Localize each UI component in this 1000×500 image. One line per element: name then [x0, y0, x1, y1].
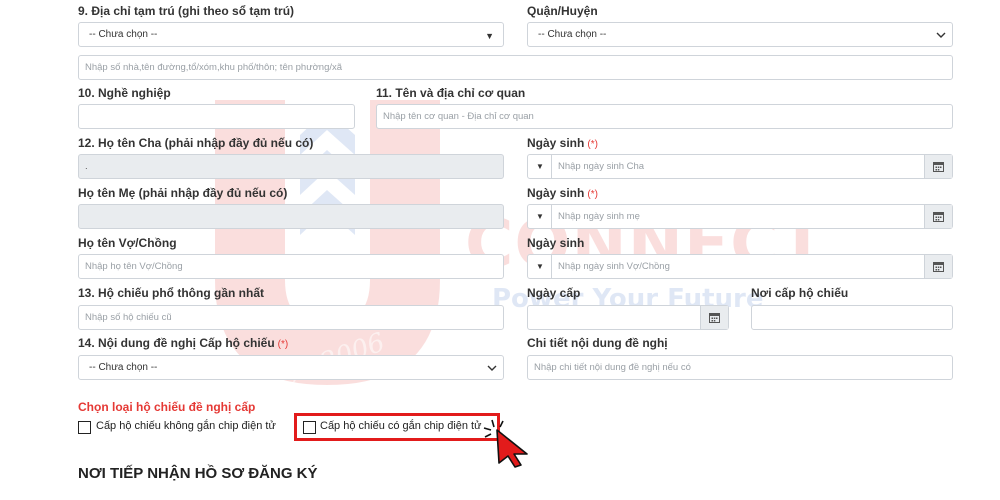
caret-down-icon: ▼	[536, 262, 544, 271]
spouse-name-input[interactable]: Nhập họ tên Vợ/Chồng	[78, 254, 504, 279]
passport-type-title: Chọn loại hộ chiếu đề nghị cấp	[78, 400, 256, 414]
request-detail-placeholder: Nhập chi tiết nội dung đề nghị nếu có	[534, 362, 691, 373]
spouse-name-label: Họ tên Vợ/Chồng	[78, 236, 177, 250]
mother-name-label: Họ tên Mẹ (phải nhập đầy đủ nếu có)	[78, 186, 288, 200]
address-input[interactable]: Nhập số nhà,tên đường,tổ/xóm,khu phố/thô…	[78, 55, 953, 80]
q11-label: 11. Tên và địa chỉ cơ quan	[376, 86, 526, 100]
chevron-down-icon	[936, 32, 946, 38]
calendar-button[interactable]	[924, 205, 952, 228]
chip-checkbox[interactable]	[303, 421, 316, 434]
issue-place-label: Nơi cấp hộ chiếu	[751, 286, 849, 300]
request-detail-label: Chi tiết nội dung đề nghị	[527, 336, 668, 350]
request-content-value: -- Chưa chọn --	[89, 362, 158, 373]
spouse-name-placeholder: Nhập họ tên Vợ/Chồng	[85, 261, 183, 272]
old-passport-input[interactable]: Nhập số hộ chiếu cũ	[78, 305, 504, 330]
mother-dob-label: Ngày sinh (*)	[527, 186, 598, 200]
request-content-select[interactable]: -- Chưa chọn --	[78, 355, 504, 380]
section-title: NƠI TIẾP NHẬN HỒ SƠ ĐĂNG KÝ	[78, 465, 318, 482]
father-dob-placeholder: Nhập ngày sinh Cha	[558, 161, 645, 172]
no-chip-label[interactable]: Cấp hộ chiếu không gắn chip điện tử	[96, 420, 276, 432]
required-marker: (*)	[277, 339, 289, 350]
workplace-placeholder: Nhập tên cơ quan - Địa chỉ cơ quan	[383, 111, 534, 122]
calendar-icon	[933, 262, 944, 272]
issue-date-input[interactable]	[527, 305, 729, 330]
spouse-dob-input[interactable]: ▼ Nhập ngày sinh Vợ/Chồng	[527, 254, 953, 279]
cursor-click-icon	[483, 419, 528, 468]
mother-dob-input[interactable]: ▼ Nhập ngày sinh mẹ	[527, 204, 953, 229]
address-placeholder: Nhập số nhà,tên đường,tổ/xóm,khu phố/thô…	[85, 62, 343, 73]
chip-label[interactable]: Cấp hộ chiếu có gắn chip điện tử	[320, 420, 481, 432]
q14-label: 14. Nội dung đề nghị Cấp hộ chiếu (*)	[78, 336, 289, 350]
father-dob-input[interactable]: ▼ Nhập ngày sinh Cha	[527, 154, 953, 179]
issue-date-label: Ngày cấp	[527, 286, 581, 300]
occupation-input[interactable]	[78, 104, 355, 129]
father-dob-label: Ngày sinh (*)	[527, 136, 598, 150]
calendar-button[interactable]	[924, 155, 952, 178]
no-chip-checkbox[interactable]	[78, 421, 91, 434]
province-select[interactable]: -- Chưa chọn -- ▼	[78, 22, 504, 47]
calendar-icon	[933, 212, 944, 222]
q10-label: 10. Nghề nghiệp	[78, 86, 171, 100]
date-dropdown-toggle[interactable]: ▼	[528, 255, 552, 278]
province-select-value: -- Chưa chọn --	[89, 29, 158, 40]
spouse-dob-placeholder: Nhập ngày sinh Vợ/Chồng	[558, 261, 670, 272]
date-dropdown-toggle[interactable]: ▼	[528, 155, 552, 178]
caret-down-icon: ▼	[485, 31, 494, 41]
father-name-label: 12. Họ tên Cha (phải nhập đầy đủ nếu có)	[78, 136, 314, 150]
district-select-value: -- Chưa chọn --	[538, 29, 607, 40]
date-dropdown-toggle[interactable]: ▼	[528, 205, 552, 228]
q13-label: 13. Hộ chiếu phổ thông gần nhất	[78, 286, 264, 300]
old-passport-placeholder: Nhập số hộ chiếu cũ	[85, 312, 172, 323]
issue-place-input[interactable]	[751, 305, 953, 330]
required-marker: (*)	[587, 139, 598, 150]
mother-dob-placeholder: Nhập ngày sinh mẹ	[558, 211, 640, 222]
calendar-button[interactable]	[700, 306, 728, 329]
district-select[interactable]: -- Chưa chọn --	[527, 22, 953, 47]
district-label: Quận/Huyện	[527, 4, 598, 18]
calendar-button[interactable]	[924, 255, 952, 278]
workplace-input[interactable]: Nhập tên cơ quan - Địa chỉ cơ quan	[376, 104, 953, 129]
father-name-value: .	[85, 161, 88, 172]
q9-label: 9. Địa chỉ tạm trú (ghi theo sổ tạm trú)	[78, 4, 295, 18]
request-detail-input[interactable]: Nhập chi tiết nội dung đề nghị nếu có	[527, 355, 953, 380]
calendar-icon	[709, 313, 720, 323]
required-marker: (*)	[587, 189, 598, 200]
chevron-down-icon	[487, 365, 497, 371]
father-name-input[interactable]: .	[78, 154, 504, 179]
calendar-icon	[933, 162, 944, 172]
spouse-dob-label: Ngày sinh	[527, 236, 585, 250]
mother-name-input[interactable]	[78, 204, 504, 229]
caret-down-icon: ▼	[536, 162, 544, 171]
caret-down-icon: ▼	[536, 212, 544, 221]
